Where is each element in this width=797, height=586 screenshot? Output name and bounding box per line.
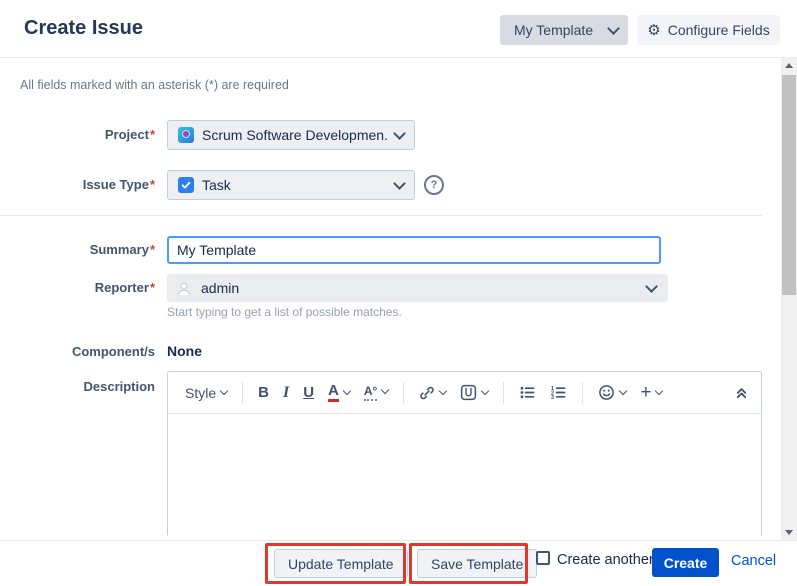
- numbered-list-button[interactable]: 123: [545, 380, 572, 405]
- double-chevron-up-icon: [734, 385, 749, 400]
- dialog-header: Create Issue My Template ⚙ Configure Fie…: [0, 0, 797, 58]
- link-icon: [419, 385, 435, 401]
- create-issue-dialog: Create Issue My Template ⚙ Configure Fie…: [0, 0, 797, 586]
- reporter-hint: Start typing to get a list of possible m…: [167, 305, 402, 319]
- description-editor: Style B I U A A°: [167, 371, 762, 537]
- underline-icon: U: [303, 384, 314, 401]
- chevron-down-icon: [220, 386, 228, 394]
- plus-icon: +: [640, 383, 651, 402]
- text-effects-dropdown[interactable]: A°: [359, 380, 393, 404]
- chevron-down-icon: [619, 386, 627, 394]
- configure-fields-button[interactable]: ⚙ Configure Fields: [637, 15, 780, 45]
- required-asterisk: *: [150, 127, 155, 142]
- bullet-list-button[interactable]: [514, 380, 541, 405]
- toolbar-separator: [582, 382, 583, 404]
- toolbar-separator: [403, 382, 404, 404]
- chevron-down-icon: [645, 280, 658, 293]
- bold-icon: B: [258, 384, 269, 401]
- chevron-down-icon: [481, 386, 489, 394]
- components-label: Component/s: [0, 343, 155, 361]
- footer-divider: [0, 540, 797, 541]
- project-select[interactable]: Scrum Software Developmen...: [167, 120, 415, 150]
- emoji-icon: [598, 384, 615, 401]
- project-avatar-icon: [178, 127, 194, 143]
- toolbar-separator: [503, 382, 504, 404]
- summary-input[interactable]: [167, 236, 661, 264]
- attachment-icon: [460, 384, 477, 401]
- svg-text:3: 3: [551, 395, 554, 401]
- link-dropdown[interactable]: [414, 381, 451, 405]
- numbered-list-icon: 123: [550, 384, 567, 401]
- task-type-icon: [178, 177, 194, 193]
- style-dropdown-label: Style: [185, 385, 216, 401]
- cancel-link[interactable]: Cancel: [731, 553, 776, 569]
- summary-label: Summary*: [0, 236, 155, 264]
- user-avatar-icon: [175, 279, 193, 297]
- triangle-up-icon: [785, 63, 793, 68]
- chevron-down-icon: [393, 177, 406, 190]
- attach-dropdown[interactable]: [455, 380, 493, 405]
- project-label: Project*: [0, 120, 155, 150]
- chevron-down-icon: [439, 386, 447, 394]
- create-button[interactable]: Create: [652, 548, 719, 577]
- scroll-up-button[interactable]: [781, 58, 797, 73]
- bullet-list-icon: [519, 384, 536, 401]
- configure-fields-label: Configure Fields: [668, 22, 770, 38]
- project-select-value: Scrum Software Developmen...: [202, 127, 387, 143]
- chevron-down-icon: [607, 22, 620, 35]
- required-asterisk: *: [150, 177, 155, 192]
- reporter-label: Reporter*: [0, 274, 155, 302]
- help-icon[interactable]: ?: [424, 175, 444, 195]
- reporter-select-value: admin: [201, 280, 639, 296]
- chevron-down-icon: [343, 386, 351, 394]
- italic-icon: I: [283, 384, 289, 402]
- emoji-dropdown[interactable]: [593, 380, 631, 405]
- underline-button[interactable]: U: [298, 380, 319, 405]
- required-asterisk: *: [150, 280, 155, 295]
- style-dropdown[interactable]: Style: [180, 381, 232, 405]
- scrollbar-thumb[interactable]: [782, 75, 796, 295]
- italic-button[interactable]: I: [278, 380, 294, 406]
- page-title: Create Issue: [24, 17, 143, 40]
- create-another-checkbox[interactable]: [536, 551, 550, 565]
- update-template-button[interactable]: Update Template: [274, 549, 408, 578]
- description-textarea[interactable]: [168, 414, 761, 537]
- bold-button[interactable]: B: [253, 380, 274, 405]
- scroll-down-button[interactable]: [781, 525, 797, 540]
- reporter-select[interactable]: admin: [167, 274, 668, 302]
- template-dropdown-label: My Template: [514, 22, 593, 38]
- required-fields-notice: All fields marked with an asterisk (*) a…: [20, 78, 289, 92]
- editor-toolbar: Style B I U A A°: [168, 372, 761, 414]
- issue-type-select-value: Task: [202, 177, 387, 193]
- chevron-down-icon: [393, 127, 406, 140]
- description-label: Description: [0, 378, 155, 396]
- vertical-scrollbar[interactable]: [781, 58, 797, 540]
- gear-icon: ⚙: [647, 23, 660, 38]
- save-template-button[interactable]: Save Template: [417, 549, 537, 578]
- chevron-down-icon: [655, 386, 663, 394]
- required-asterisk: *: [150, 242, 155, 257]
- collapse-toolbar-button[interactable]: [734, 385, 749, 400]
- insert-more-dropdown[interactable]: +: [635, 379, 667, 406]
- toolbar-separator: [242, 382, 243, 404]
- components-value: None: [167, 343, 202, 359]
- triangle-down-icon: [785, 530, 793, 535]
- text-color-dropdown[interactable]: A: [323, 379, 355, 406]
- template-dropdown-button[interactable]: My Template: [500, 15, 628, 45]
- section-divider: [0, 215, 762, 216]
- issue-type-select[interactable]: Task: [167, 170, 415, 200]
- create-another-label[interactable]: Create another: [557, 552, 654, 568]
- chevron-down-icon: [381, 386, 389, 394]
- text-effects-icon: A°: [364, 384, 377, 400]
- issue-type-label: Issue Type*: [0, 170, 155, 200]
- text-color-icon: A: [328, 383, 339, 402]
